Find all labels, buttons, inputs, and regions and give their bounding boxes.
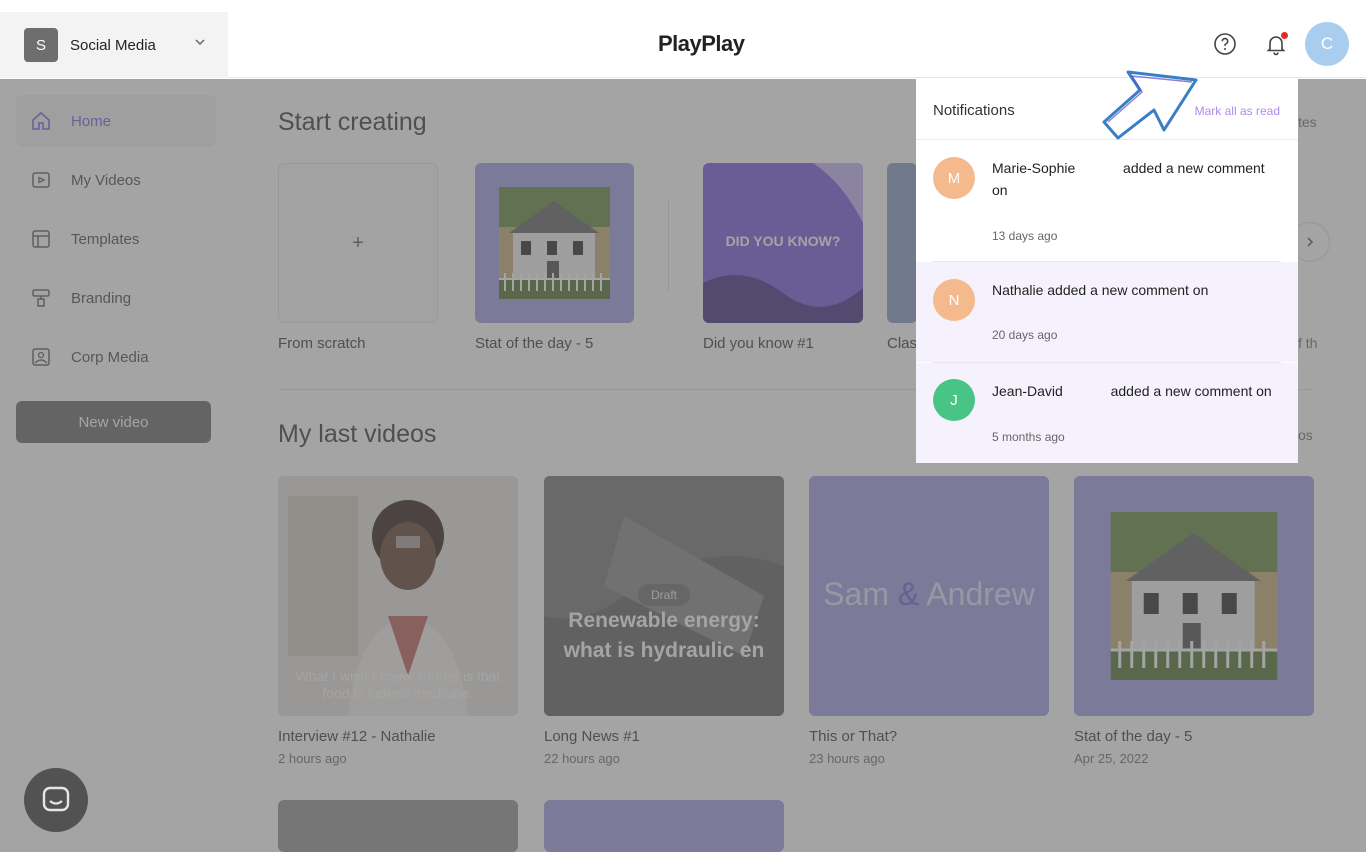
notifications-title: Notifications (933, 102, 1015, 119)
notification-text: Nathalie added a new comment on (992, 279, 1282, 301)
video-card-interview[interactable]: What I wish I knew sooner is that food i… (278, 476, 518, 716)
notification-item[interactable]: J Jean-David added a new comment on 5 mo… (916, 363, 1298, 463)
image-icon (32, 348, 50, 366)
notification-text: Jean-David added a new comment on (992, 380, 1282, 402)
notification-action: added a new comment on (1047, 282, 1209, 298)
notification-time: 5 months ago (992, 430, 1065, 444)
sidebar-item-home[interactable]: Home (16, 95, 216, 147)
from-scratch-card[interactable]: + (278, 163, 438, 323)
video-title: Interview #12 - Nathalie (278, 728, 436, 745)
notification-time: 20 days ago (992, 328, 1058, 342)
mark-all-read-link[interactable]: Mark all as read (1195, 104, 1280, 118)
notification-item[interactable]: M Marie-Sophie added a new comment on 13… (916, 141, 1298, 261)
video-card-long-news[interactable]: Draft Renewable energy: what is hydrauli… (544, 476, 784, 716)
notification-text: Marie-Sophie added a new comment on (992, 157, 1282, 201)
notification-dot (1281, 32, 1288, 39)
user-avatar[interactable]: C (1305, 22, 1349, 66)
sidebar-item-templates[interactable]: Templates (16, 213, 216, 265)
notification-avatar: M (933, 157, 975, 199)
video-time: Apr 25, 2022 (1074, 751, 1149, 766)
video-time: 2 hours ago (278, 751, 347, 766)
house-thumbnail (1110, 512, 1278, 680)
video-title: Long News #1 (544, 728, 640, 745)
notification-action: added a new comment on (1110, 383, 1272, 399)
notification-avatar: J (933, 379, 975, 421)
video-card-partial[interactable] (278, 800, 518, 852)
see-all-videos-link[interactable]: os (1298, 427, 1313, 443)
sidebar-item-my-videos[interactable]: My Videos (16, 154, 216, 206)
card-caption: From scratch (278, 335, 366, 352)
draft-badge: Draft (638, 584, 690, 606)
sidebar-item-label: Corp Media (71, 348, 149, 366)
video-overlay-text: Sam & Andrew (809, 576, 1049, 613)
sidebar: Home My Videos Templates Branding Corp M… (0, 79, 228, 852)
chat-launcher-button[interactable] (24, 768, 88, 832)
workspace-name: Social Media (70, 36, 156, 54)
video-title: This or That? (809, 728, 898, 745)
chat-icon (42, 786, 70, 812)
sidebar-item-branding[interactable]: Branding (16, 272, 216, 324)
sidebar-item-label: Branding (71, 289, 132, 307)
notification-item[interactable]: N Nathalie added a new comment on 20 day… (916, 262, 1298, 362)
my-last-videos-title: My last videos (278, 420, 437, 448)
sidebar-item-label: Home (71, 112, 112, 130)
start-creating-title: Start creating (278, 108, 427, 136)
house-thumbnail (499, 187, 610, 299)
card-caption: Stat of the day - 5 (475, 335, 594, 352)
chevron-right-icon (1307, 237, 1314, 247)
card-caption-peek: f th (1298, 335, 1318, 351)
notification-author: Marie-Sophie (992, 160, 1076, 176)
new-video-button[interactable]: New video (16, 401, 211, 443)
sidebar-item-label: My Videos (71, 171, 141, 189)
notification-author: Nathalie (992, 282, 1044, 298)
notification-avatar: N (933, 279, 975, 321)
notification-time: 13 days ago (992, 229, 1058, 243)
video-icon (32, 172, 50, 188)
arrow-pointer-icon (1102, 70, 1198, 140)
paint-roller-icon (32, 289, 50, 307)
see-all-templates-link[interactable]: tes (1298, 114, 1317, 130)
overlay-ampersand: & (897, 576, 920, 612)
sidebar-item-corp-media[interactable]: Corp Media (16, 331, 216, 383)
workspace-switcher[interactable]: S Social Media (0, 12, 228, 78)
video-card-this-or-that[interactable]: Sam & Andrew (809, 476, 1049, 716)
video-card-stat-of-the-day[interactable] (1074, 476, 1314, 716)
plus-icon: + (352, 231, 364, 254)
video-subtitle: What I wish I knew sooner is that food i… (295, 668, 501, 701)
template-card-did-you-know[interactable]: DID YOU KNOW? (703, 163, 863, 323)
help-icon[interactable] (1213, 32, 1237, 56)
layout-icon (32, 230, 50, 248)
overlay-name-a: Sam (823, 576, 889, 612)
video-overlay-text: Renewable energy: what is hydraulic en (563, 609, 765, 662)
template-card-stat[interactable] (475, 163, 634, 323)
home-icon (32, 111, 50, 130)
video-title: Stat of the day - 5 (1074, 728, 1193, 745)
did-you-know-text: DID YOU KNOW? (725, 233, 841, 249)
card-caption: Clas (887, 335, 918, 352)
card-caption: Did you know #1 (703, 335, 814, 352)
notification-author: Jean-David (992, 383, 1063, 399)
workspace-avatar: S (24, 28, 58, 62)
sidebar-item-label: Templates (71, 230, 140, 248)
playplay-logo[interactable]: PlayPlay (658, 31, 745, 57)
overlay-name-b: Andrew (926, 576, 1035, 612)
divider (668, 200, 669, 290)
video-card-partial[interactable] (544, 800, 784, 852)
chevron-down-icon (195, 39, 205, 46)
video-time: 23 hours ago (809, 751, 885, 766)
video-time: 22 hours ago (544, 751, 620, 766)
template-card-classic[interactable] (887, 163, 917, 323)
